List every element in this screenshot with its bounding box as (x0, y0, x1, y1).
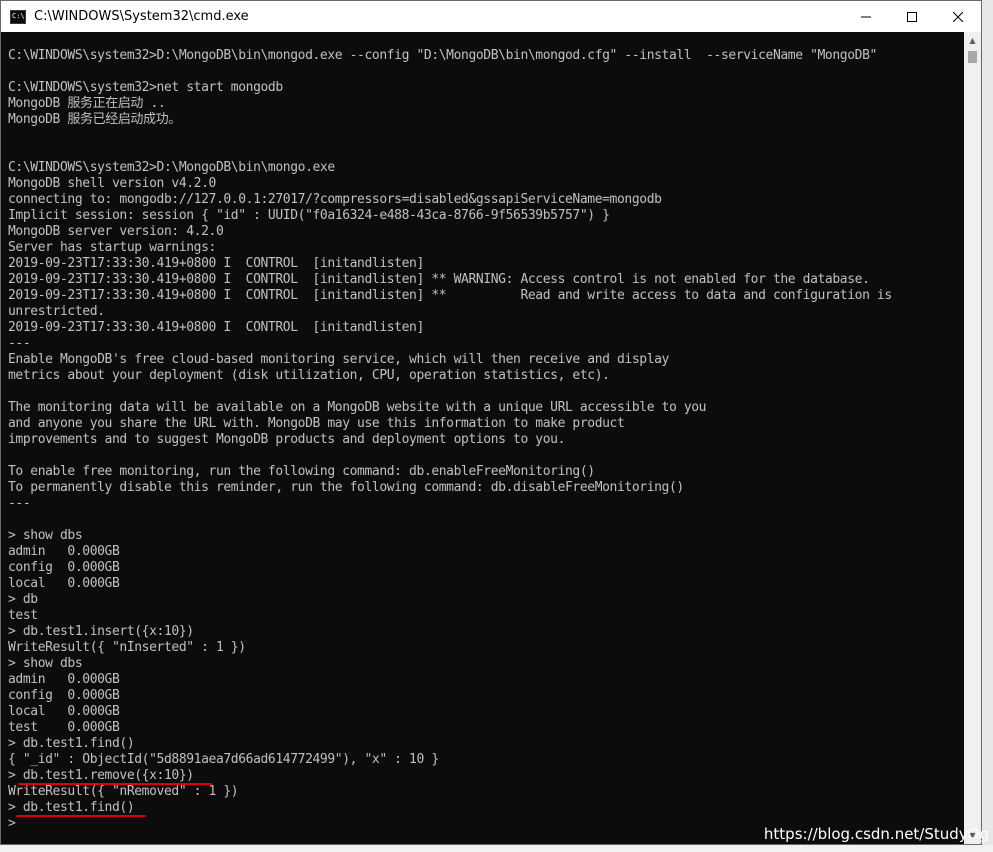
maximize-button[interactable] (889, 1, 935, 32)
console-line: MongoDB 服务已经启动成功。 (8, 112, 181, 127)
cmd-icon: C:\ (10, 9, 26, 24)
console-line: MongoDB 服务正在启动 .. (8, 96, 166, 111)
red-annotation-underline (16, 815, 146, 817)
maximize-icon (907, 11, 917, 22)
console-line: config 0.000GB (8, 688, 120, 703)
close-button[interactable] (935, 1, 981, 32)
console-line: unrestricted. (8, 304, 105, 319)
console-line: > show dbs (8, 656, 83, 671)
console-line: > db.test1.find() (8, 800, 135, 815)
console-line: To permanently disable this reminder, ru… (8, 480, 684, 495)
console-line: local 0.000GB (8, 576, 120, 591)
console-line: connecting to: mongodb://127.0.0.1:27017… (8, 192, 662, 207)
window-title: C:\WINDOWS\System32\cmd.exe (34, 9, 249, 24)
close-icon (953, 11, 963, 22)
console-output[interactable]: C:\WINDOWS\system32>D:\MongoDB\bin\mongo… (1, 32, 964, 844)
console-line: admin 0.000GB (8, 544, 120, 559)
title-bar[interactable]: C:\ C:\WINDOWS\System32\cmd.exe (1, 1, 981, 32)
console-line: C:\WINDOWS\system32>net start mongodb (8, 80, 283, 95)
minimize-icon (861, 16, 871, 17)
console-line: Enable MongoDB's free cloud-based monito… (8, 352, 669, 367)
background-window-edge (982, 0, 993, 852)
console-line: 2019-09-23T17:33:30.419+0800 I CONTROL [… (8, 288, 892, 303)
console-line: MongoDB shell version v4.2.0 (8, 176, 216, 191)
console-line: improvements and to suggest MongoDB prod… (8, 432, 565, 447)
console-line: config 0.000GB (8, 560, 120, 575)
console-line: 2019-09-23T17:33:30.419+0800 I CONTROL [… (8, 272, 870, 287)
console-line: > db.test1.remove({x:10}) (8, 768, 194, 783)
console-line: --- (8, 496, 31, 511)
console-line: Server has startup warnings: (8, 240, 216, 255)
console-line: C:\WINDOWS\system32>D:\MongoDB\bin\mongo… (8, 160, 335, 175)
console-line: > db (8, 592, 38, 607)
console-line: The monitoring data will be available on… (8, 400, 707, 415)
vertical-scrollbar[interactable]: ▲ ▼ (964, 32, 981, 844)
background-window-bottom (0, 845, 993, 852)
console-line: 2019-09-23T17:33:30.419+0800 I CONTROL [… (8, 256, 424, 271)
console-line: To enable free monitoring, run the follo… (8, 464, 595, 479)
console-line: { "_id" : ObjectId("5d8891aea7d66ad61477… (8, 752, 439, 767)
console-line: metrics about your deployment (disk util… (8, 368, 610, 383)
console-line: C:\WINDOWS\system32>D:\MongoDB\bin\mongo… (8, 48, 877, 63)
console-line: > db.test1.find() (8, 736, 135, 751)
console-line: admin 0.000GB (8, 672, 120, 687)
console-line: test (8, 608, 38, 623)
console-line: 2019-09-23T17:33:30.419+0800 I CONTROL [… (8, 320, 424, 335)
console-line: test 0.000GB (8, 720, 120, 735)
console-line: --- (8, 336, 31, 351)
minimize-button[interactable] (843, 1, 889, 32)
console-line: MongoDB server version: 4.2.0 (8, 224, 224, 239)
console-line: > db.test1.insert({x:10}) (8, 624, 194, 639)
watermark-text: https://blog.csdn.net/StudyOg (763, 825, 989, 843)
console-line: WriteResult({ "nRemoved" : 1 }) (8, 784, 239, 799)
scrollbar-thumb[interactable] (968, 51, 977, 63)
red-annotation-underline (18, 783, 212, 785)
window-controls (843, 1, 981, 32)
scroll-up-arrow-icon[interactable]: ▲ (964, 32, 981, 49)
console-line: WriteResult({ "nInserted" : 1 }) (8, 640, 246, 655)
console-line: Implicit session: session { "id" : UUID(… (8, 208, 610, 223)
console-line: > show dbs (8, 528, 83, 543)
console-line: local 0.000GB (8, 704, 120, 719)
console-line: and anyone you share the URL with. Mongo… (8, 416, 625, 431)
cmd-window: C:\ C:\WINDOWS\System32\cmd.exe C:\WINDO… (0, 0, 982, 845)
